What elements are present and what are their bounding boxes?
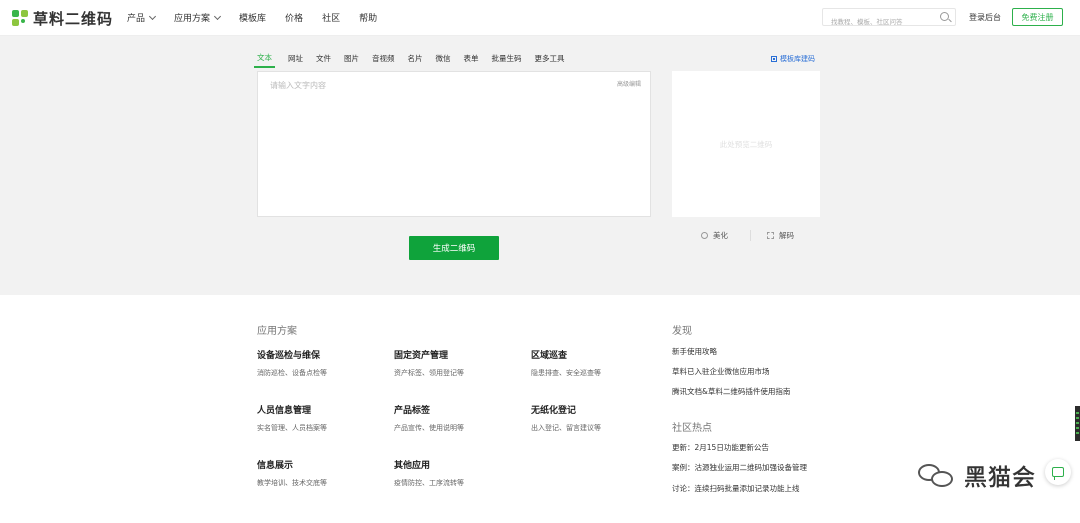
register-button[interactable]: 免费注册 — [1012, 8, 1063, 26]
template-create-link[interactable]: 模板库建码 — [771, 54, 815, 64]
nav-label: 社区 — [322, 14, 341, 24]
tab-wechat[interactable]: 微信 — [436, 53, 451, 68]
discover-title: 发现 — [672, 326, 692, 337]
solution-item[interactable]: 无纸化登记 出入登记、留言建议等 — [531, 403, 601, 433]
solution-title: 无纸化登记 — [531, 406, 577, 416]
text-editor: 高级编辑 — [257, 71, 651, 217]
community-link[interactable]: 更新：2月15日功能更新公告 — [672, 442, 769, 453]
search-input[interactable] — [823, 14, 941, 30]
solution-title: 区域巡查 — [531, 351, 568, 361]
discover-link[interactable]: 腾讯文档&草料二维码插件使用指南 — [672, 386, 790, 397]
solution-desc: 出入登记、留言建议等 — [531, 424, 601, 432]
beautify-button[interactable]: 美化 — [701, 230, 728, 241]
nav-solutions[interactable]: 应用方案 — [174, 11, 222, 24]
community-title: 社区热点 — [672, 423, 712, 434]
solution-item[interactable]: 设备巡检与维保 消防巡检、设备点检等 — [257, 348, 327, 378]
beautify-label: 美化 — [713, 231, 728, 240]
qr-preview: 此处预览二维码 — [672, 71, 820, 217]
solution-desc: 隐患排查、安全巡查等 — [531, 369, 601, 377]
chat-icon — [1052, 467, 1064, 480]
tab-text[interactable]: 文本 — [254, 52, 275, 68]
search-box — [822, 8, 956, 30]
decode-button[interactable]: 解码 — [767, 230, 794, 241]
main-nav: 产品 应用方案 模板库 价格 社区 帮助 — [127, 0, 396, 35]
discover-link[interactable]: 新手使用攻略 — [672, 346, 717, 357]
solution-title: 人员信息管理 — [257, 406, 312, 416]
solution-desc: 消防巡检、设备点检等 — [257, 369, 327, 377]
watermark-text: 黑猫会 — [964, 465, 1036, 492]
search-icon[interactable] — [940, 12, 949, 21]
decode-label: 解码 — [779, 231, 794, 240]
solution-title: 其他应用 — [394, 461, 431, 471]
chat-button[interactable] — [1045, 459, 1071, 485]
tab-batch[interactable]: 批量生码 — [492, 53, 522, 68]
top-header: 草料二维码 产品 应用方案 模板库 价格 社区 帮助 登录后台 免费注册 — [0, 0, 1080, 36]
chevron-down-icon — [213, 12, 222, 20]
solution-desc: 资产标签、领用登记等 — [394, 369, 464, 377]
wechat-icon — [918, 462, 956, 488]
tab-card[interactable]: 名片 — [408, 53, 423, 68]
divider — [750, 230, 751, 241]
nav-label: 产品 — [127, 14, 146, 24]
text-input[interactable] — [258, 72, 650, 216]
nav-help[interactable]: 帮助 — [359, 11, 377, 24]
solution-item[interactable]: 产品标签 产品宣传、使用说明等 — [394, 403, 464, 433]
preview-placeholder: 此处预览二维码 — [719, 140, 773, 149]
generator-panel: 文本 网址 文件 图片 音视频 名片 微信 表单 批量生码 更多工具 模板库建码… — [0, 36, 1080, 295]
nav-pricing[interactable]: 价格 — [285, 11, 303, 24]
community-link[interactable]: 讨论：连续扫码批量添加记录功能上线 — [672, 483, 800, 494]
side-scroll-handle[interactable] — [1075, 406, 1080, 441]
chevron-down-icon — [148, 12, 157, 20]
template-icon — [771, 56, 777, 62]
solution-item[interactable]: 信息展示 教学培训、技术交底等 — [257, 458, 327, 488]
solution-desc: 产品宣传、使用说明等 — [394, 424, 464, 432]
nav-label: 价格 — [285, 14, 304, 24]
tab-image[interactable]: 图片 — [344, 53, 359, 68]
solution-desc: 教学培训、技术交底等 — [257, 479, 327, 487]
community-link[interactable]: 案例：沽源独业运用二维码加强设备管理 — [672, 462, 807, 473]
solution-desc: 实名管理、人员档案等 — [257, 424, 327, 432]
logo-text: 草料二维码 — [33, 10, 114, 28]
tab-file[interactable]: 文件 — [316, 53, 331, 68]
tab-url[interactable]: 网址 — [288, 53, 303, 68]
watermark: 黑猫会 — [918, 458, 1036, 492]
scan-icon — [767, 232, 774, 239]
login-link[interactable]: 登录后台 — [969, 12, 1001, 23]
solution-title: 固定资产管理 — [394, 351, 449, 361]
solution-desc: 疫情防控、工序流转等 — [394, 479, 464, 487]
generate-qr-button[interactable]: 生成二维码 — [409, 236, 499, 260]
nav-products[interactable]: 产品 — [127, 11, 157, 24]
solution-item[interactable]: 人员信息管理 实名管理、人员档案等 — [257, 403, 327, 433]
solutions-title: 应用方案 — [257, 326, 297, 337]
tab-form[interactable]: 表单 — [464, 53, 479, 68]
nav-label: 帮助 — [359, 14, 378, 24]
solution-title: 设备巡检与维保 — [257, 351, 321, 361]
preview-tools: 美化 解码 — [701, 230, 794, 241]
advanced-edit-link[interactable]: 高级编辑 — [617, 79, 641, 88]
discover-link[interactable]: 草料已入驻企业微信应用市场 — [672, 366, 770, 377]
tab-more-tools[interactable]: 更多工具 — [535, 53, 565, 68]
template-link-label: 模板库建码 — [780, 55, 815, 63]
nav-community[interactable]: 社区 — [322, 11, 340, 24]
solution-title: 产品标签 — [394, 406, 431, 416]
solution-item[interactable]: 其他应用 疫情防控、工序流转等 — [394, 458, 464, 488]
solution-item[interactable]: 固定资产管理 资产标签、领用登记等 — [394, 348, 464, 378]
nav-templates[interactable]: 模板库 — [239, 11, 266, 24]
tab-media[interactable]: 音视频 — [372, 53, 395, 68]
logo-icon — [12, 10, 29, 27]
solution-item[interactable]: 区域巡查 隐患排查、安全巡查等 — [531, 348, 601, 378]
nav-label: 应用方案 — [174, 14, 211, 24]
type-tabs: 文本 网址 文件 图片 音视频 名片 微信 表单 批量生码 更多工具 — [254, 52, 578, 68]
logo[interactable]: 草料二维码 — [12, 8, 113, 29]
beautify-icon — [701, 232, 708, 239]
solution-title: 信息展示 — [257, 461, 294, 471]
nav-label: 模板库 — [239, 14, 267, 24]
